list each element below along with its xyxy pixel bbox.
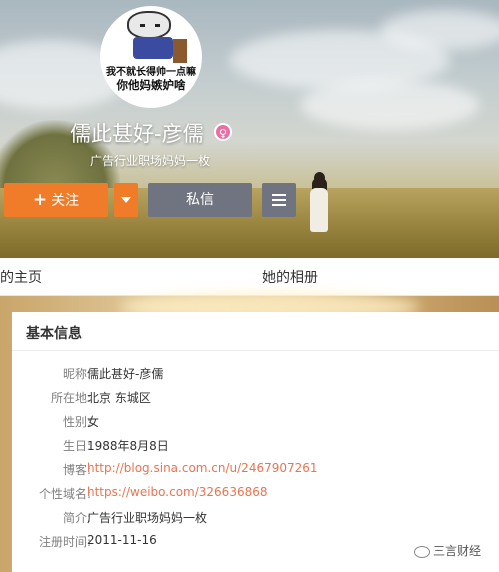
plus-icon: + <box>32 190 48 210</box>
female-badge-icon: ♀ <box>214 123 232 141</box>
info-row-blog: 博客: http://blog.sina.com.cn/u/2467907261 <box>12 461 499 481</box>
watermark-text: 三言财经 <box>433 544 482 558</box>
tab-home[interactable]: 的主页 <box>0 267 42 287</box>
more-menu-button[interactable] <box>262 183 296 217</box>
info-label: 所在地: <box>50 391 91 405</box>
info-row-gender: 性别: 女 <box>12 413 499 433</box>
avatar-caption-line2: 你他妈嫉妒啥 <box>116 78 186 92</box>
info-value: 广告行业职场妈妈一枚 <box>87 511 208 525</box>
info-value: 女 <box>87 415 100 429</box>
card-title: 基本信息 <box>26 326 82 342</box>
avatar-face-drawing <box>127 11 171 39</box>
info-value: 2011-11-16 <box>87 533 157 547</box>
divider <box>12 350 499 351</box>
wechat-icon <box>414 545 430 558</box>
tab-album[interactable]: 她的相册 <box>262 267 318 287</box>
follow-label: 关注 <box>51 193 80 209</box>
watermark: 三言财经 <box>414 542 481 559</box>
avatar-caption-line1: 我不就长得帅一点嘛 <box>106 67 196 78</box>
info-row-location: 所在地: 北京 东城区 <box>12 389 499 409</box>
avatar[interactable]: 我不就长得帅一点嘛 你他妈嫉妒啥 <box>100 6 202 108</box>
info-row-intro: 简介: 广告行业职场妈妈一枚 <box>12 509 499 529</box>
info-row-birthday: 生日: 1988年8月8日 <box>12 437 499 457</box>
avatar-door-drawing <box>173 39 187 63</box>
info-value: 北京 东城区 <box>87 391 151 405</box>
cover-figure <box>308 172 330 240</box>
info-value: 1988年8月8日 <box>87 439 169 453</box>
info-value: 儒此甚好-彦儒 <box>87 367 164 381</box>
profile-name: 儒此甚好-彦儒 <box>70 122 204 146</box>
basic-info-card: 基本信息 昵称: 儒此甚好-彦儒 所在地: 北京 东城区 性别: 女 生日: 1… <box>12 312 499 572</box>
info-row-nickname: 昵称: 儒此甚好-彦儒 <box>12 365 499 385</box>
cover-cloud <box>300 80 480 130</box>
info-row-domain: 个性域名: https://weibo.com/326636868 <box>12 485 499 505</box>
avatar-body-drawing <box>133 37 173 59</box>
info-label: 个性域名: <box>38 487 91 501</box>
profile-bio: 广告行业职场妈妈一枚 <box>90 154 211 168</box>
domain-link[interactable]: https://weibo.com/326636868 <box>87 485 268 499</box>
profile-cover: 我不就长得帅一点嘛 你他妈嫉妒啥 儒此甚好-彦儒 ♀ 广告行业职场妈妈一枚 + 关… <box>0 0 499 258</box>
info-label: 注册时间: <box>38 535 91 549</box>
follow-dropdown-button[interactable] <box>114 183 138 217</box>
cover-cloud <box>380 10 499 50</box>
follow-button[interactable]: + 关注 <box>4 183 108 217</box>
chevron-down-icon <box>121 197 131 203</box>
menu-icon <box>272 194 286 206</box>
message-button[interactable]: 私信 <box>148 183 252 217</box>
blog-link[interactable]: http://blog.sina.com.cn/u/2467907261 <box>87 461 318 475</box>
profile-tabs: 的主页 她的相册 <box>0 258 499 296</box>
